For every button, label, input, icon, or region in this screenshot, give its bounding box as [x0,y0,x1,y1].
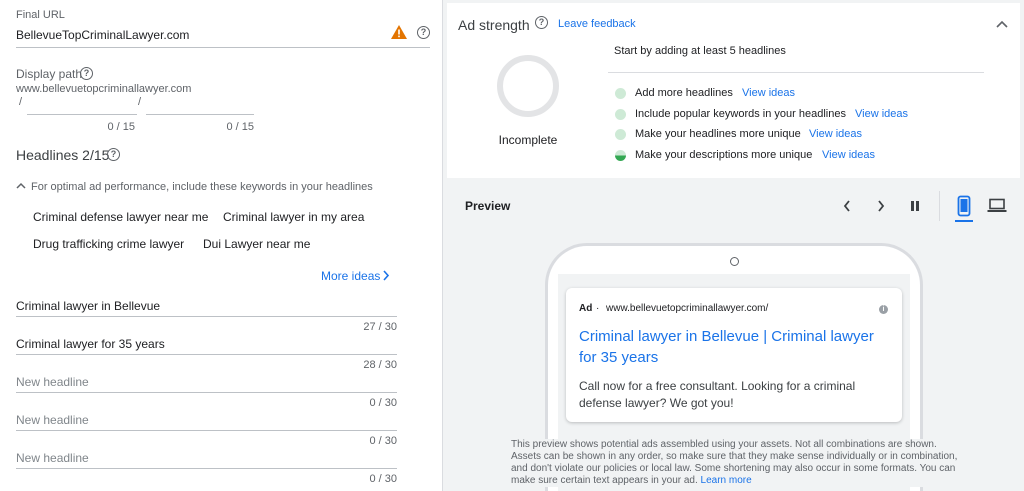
ad-strength-panel: Ad strength ? Leave feedback Incomplete … [447,3,1020,178]
ad-strength-intro: Start by adding at least 5 headlines [614,45,786,57]
help-icon[interactable]: ? [535,16,548,29]
ad-description-continued: defense lawyer? We got you! [579,396,734,410]
view-ideas-link[interactable]: View ideas [809,128,862,140]
mobile-icon[interactable] [957,195,971,217]
divider [939,191,940,221]
chevron-up-icon[interactable] [16,182,26,190]
headline-input[interactable]: New headline [16,413,89,427]
tip-status-icon [615,88,626,99]
tip-text: Make your descriptions more unique [635,149,813,161]
leave-feedback-link[interactable]: Leave feedback [558,18,636,30]
display-path-slash: / [138,96,142,108]
asset-editor-panel: Final URL BellevueTopCriminalLawyer.com … [0,0,443,491]
display-path-2-input[interactable] [146,114,254,115]
headline-counter: 28 / 30 [363,359,397,371]
chevron-right-icon[interactable] [382,270,390,281]
tip-status-icon [615,129,626,140]
pause-icon[interactable] [909,199,921,213]
ad-description: Call now for a free consultant. Looking … [579,379,856,393]
tip-text: Include popular keywords in your headlin… [635,108,846,120]
preview-title: Preview [465,199,511,213]
ad-strength-status: Incomplete [498,133,558,147]
keyword-hint: For optimal ad performance, include thes… [31,181,373,193]
headline-input[interactable]: New headline [16,375,89,389]
divider [608,72,984,73]
laptop-icon[interactable] [987,198,1007,213]
display-path-slash: / [19,96,23,108]
help-icon[interactable]: ? [417,26,430,39]
tip-status-icon [615,150,626,161]
keyword-suggestion[interactable]: Dui Lawyer near me [203,237,310,251]
display-path-domain: www.bellevuetopcriminallawyer.com [16,83,192,95]
ad-preview-card[interactable]: Ad · www.bellevuetopcriminallawyer.com/ … [566,288,902,422]
view-ideas-link[interactable]: View ideas [822,149,875,161]
display-path-label: Display path [16,67,83,81]
more-ideas-link[interactable]: More ideas [321,269,380,283]
learn-more-link[interactable]: Learn more [701,475,752,486]
keyword-suggestion[interactable]: Drug trafficking crime lawyer [33,237,184,251]
headline-counter: 0 / 30 [369,397,397,409]
preview-disclaimer: This preview shows potential ads assembl… [511,439,961,487]
camera-icon [730,257,739,266]
warning-icon[interactable] [390,24,408,40]
help-icon[interactable]: ? [107,148,120,161]
view-ideas-link[interactable]: View ideas [742,87,795,99]
ad-badge: Ad [579,303,593,314]
view-ideas-link[interactable]: View ideas [855,108,908,120]
headline-input[interactable]: New headline [16,451,89,465]
ad-separator: · [596,303,600,314]
help-icon[interactable]: ? [80,67,93,80]
ad-editor: Final URL BellevueTopCriminalLawyer.com … [0,0,1024,491]
final-url-underline [16,47,430,48]
ad-display-url: www.bellevuetopcriminallawyer.com/ [606,303,769,314]
chevron-up-icon[interactable] [996,20,1008,28]
headline-counter: 27 / 30 [363,321,397,333]
ad-strength-title: Ad strength [458,17,530,33]
active-device-indicator [955,220,973,222]
headline-counter: 0 / 30 [369,435,397,447]
headline-input[interactable]: Criminal lawyer for 35 years [16,337,165,351]
headline-input[interactable]: Criminal lawyer in Bellevue [16,299,160,313]
display-path-2-counter: 0 / 15 [226,121,254,133]
ad-strength-gauge [497,55,559,117]
headline-counter: 0 / 30 [369,473,397,485]
ad-headline-continued[interactable]: for 35 years [579,349,658,366]
final-url-label: Final URL [16,9,65,21]
tip-text: Add more headlines [635,87,733,99]
display-path-1-counter: 0 / 15 [107,121,135,133]
headlines-title: Headlines 2/15 [16,147,110,163]
chevron-left-icon[interactable] [842,199,852,213]
preview-panel: Preview Ad · www.bellevuetopcriminallawy… [447,182,1024,491]
final-url-input[interactable]: BellevueTopCriminalLawyer.com [16,28,189,42]
info-icon[interactable]: i [879,305,888,314]
tip-text: Make your headlines more unique [635,128,801,140]
keyword-suggestion[interactable]: Criminal lawyer in my area [223,210,364,224]
tip-status-icon [615,109,626,120]
ad-headline[interactable]: Criminal lawyer in Bellevue | Criminal l… [579,328,874,345]
display-path-1-input[interactable] [27,114,137,115]
chevron-right-icon[interactable] [876,199,886,213]
keyword-suggestion[interactable]: Criminal defense lawyer near me [33,210,208,224]
